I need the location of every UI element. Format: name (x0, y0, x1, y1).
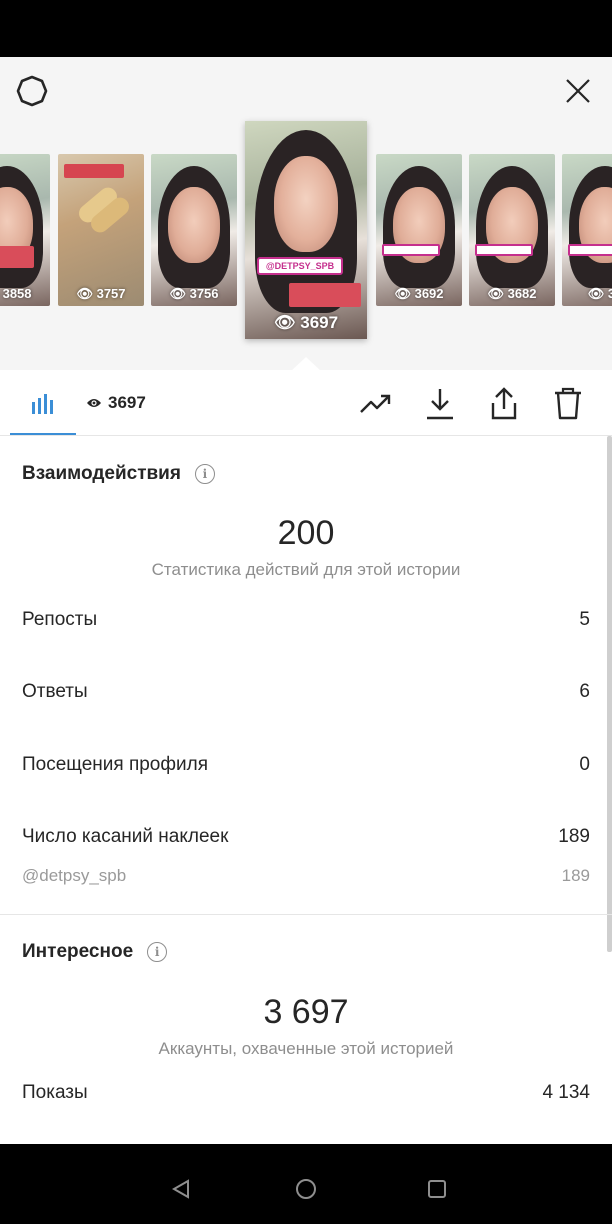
story-view-count: 👁︎ 3697 (273, 313, 339, 332)
share-button[interactable] (484, 384, 524, 424)
discovery-heading: Интересное i (22, 941, 168, 963)
trending-icon (360, 394, 391, 413)
metric-value: 6 (579, 681, 590, 702)
metric-row-reposts: Репосты 5 (22, 609, 590, 631)
metric-label: Число касаний наклеек (22, 826, 229, 847)
home-icon (296, 1179, 316, 1199)
metric-row-impressions: Показы 4 134 (22, 1082, 590, 1104)
system-nav-bar (0, 1144, 612, 1224)
insights-toolbar: 3697 (0, 370, 612, 436)
download-button[interactable] (420, 384, 460, 424)
download-icon (427, 389, 453, 420)
section-divider (0, 914, 612, 915)
reach-caption: Аккаунты, охваченные этой историей (158, 1039, 454, 1058)
metric-row-sticker-mention: @detpsy_spb 189 (22, 866, 590, 886)
story-thumbnail[interactable]: 👁︎ 3756 (151, 154, 237, 306)
story-thumbnail[interactable]: 👁︎ 3757 (58, 154, 144, 306)
reach-total: 3 697 (263, 993, 349, 1031)
recents-icon (428, 1180, 446, 1198)
status-bar (0, 0, 612, 57)
info-icon[interactable]: i (194, 464, 215, 484)
close-icon (566, 79, 590, 103)
discovery-title: Интересное (22, 941, 134, 962)
metric-label: Показы (22, 1082, 88, 1103)
metric-value: 4 134 (542, 1082, 590, 1103)
metric-value: 5 (579, 609, 590, 630)
info-icon[interactable]: i (147, 942, 168, 962)
share-icon (491, 387, 517, 420)
story-thumbnail[interactable]: 👁︎ 36 (562, 154, 612, 306)
interactions-title: Взаимодействия (22, 463, 181, 484)
selection-pointer (291, 357, 321, 371)
story-view-count: 👁︎ 3692 (394, 286, 444, 301)
viewers-count: 3697 (108, 393, 146, 412)
story-view-count: 👁︎ 3682 (487, 286, 537, 301)
trash-icon (555, 387, 581, 420)
metric-value: 0 (579, 754, 590, 775)
tab-statistics[interactable] (10, 370, 76, 436)
back-icon (171, 1179, 189, 1199)
metric-label: Репосты (22, 609, 98, 630)
story-view-count: 👁︎ 36 (587, 286, 612, 301)
delete-button[interactable] (548, 384, 588, 424)
story-view-count: 👁︎ 3756 (169, 286, 219, 301)
tab-viewers[interactable]: 3697 (86, 370, 146, 436)
metric-label: Посещения профиля (22, 754, 208, 775)
metric-row-replies: Ответы 6 (22, 681, 590, 703)
story-thumbnail-selected[interactable]: @DETPSY_SPB 👁︎ 3697 (245, 121, 367, 339)
insights-panel: Взаимодействия i 200 Статистика действий… (0, 436, 612, 1144)
metric-label: Ответы (22, 681, 88, 702)
interactions-caption: Статистика действий для этой истории (151, 560, 461, 579)
story-view-count: 👁︎ 3858 (2, 286, 32, 301)
close-button[interactable] (560, 73, 596, 109)
promote-button[interactable] (356, 384, 396, 424)
home-button[interactable] (293, 1176, 319, 1202)
back-button[interactable] (168, 1176, 194, 1202)
stories-strip: 👁︎ 3858 👁︎ 3757 👁︎ 3756 @DETPSY_SPB 👁︎ 3… (0, 57, 612, 371)
settings-icon (16, 75, 48, 107)
interactions-heading: Взаимодействия i (22, 463, 215, 485)
metric-value: 189 (558, 826, 590, 847)
settings-button[interactable] (14, 73, 50, 109)
active-tab-indicator (10, 433, 76, 435)
metric-row-profile-visits: Посещения профиля 0 (22, 754, 590, 776)
metric-row-sticker-taps: Число касаний наклеек 189 (22, 826, 590, 848)
story-thumbnail[interactable]: 👁︎ 3858 (0, 154, 50, 306)
interactions-total: 200 (277, 514, 335, 552)
story-thumbnail[interactable]: 👁︎ 3682 (469, 154, 555, 306)
story-thumbnail[interactable]: 👁︎ 3692 (376, 154, 462, 306)
metric-value: 189 (561, 866, 590, 885)
eye-icon (87, 399, 101, 407)
story-view-count: 👁︎ 3757 (76, 286, 126, 301)
story-thumbnails: 👁︎ 3858 👁︎ 3757 👁︎ 3756 @DETPSY_SPB 👁︎ 3… (0, 57, 612, 370)
bar-chart-icon (32, 394, 53, 414)
sticker-handle: @detpsy_spb (22, 866, 127, 885)
mention-sticker: @DETPSY_SPB (257, 257, 343, 275)
recents-button[interactable] (424, 1176, 450, 1202)
